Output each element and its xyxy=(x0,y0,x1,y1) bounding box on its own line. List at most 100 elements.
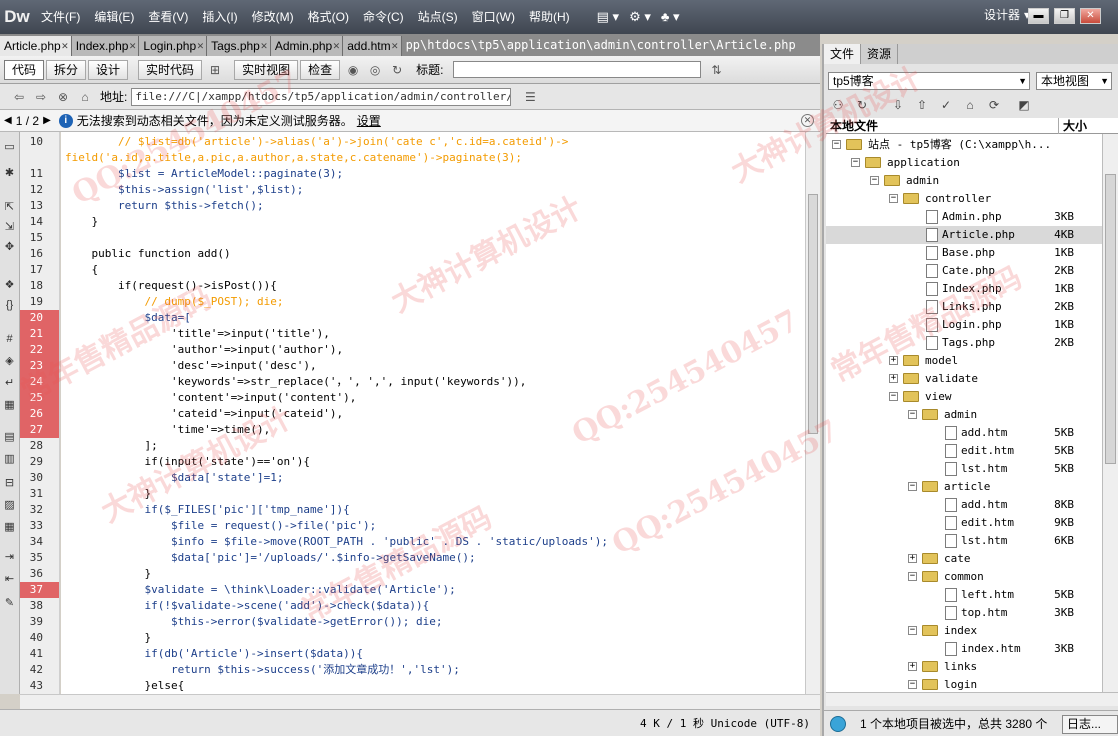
collapse-icon[interactable]: − xyxy=(889,194,898,203)
collapse-icon[interactable]: − xyxy=(851,158,860,167)
prev-icon[interactable]: ◀ xyxy=(4,115,12,126)
document-tab[interactable]: Index.php ✕ xyxy=(71,36,140,56)
collapse-icon[interactable]: − xyxy=(908,626,917,635)
collapse-icon[interactable]: − xyxy=(908,482,917,491)
home-icon[interactable]: ⌂ xyxy=(76,88,94,106)
expand-all-icon[interactable]: ✥ xyxy=(2,240,17,254)
outdent-icon[interactable]: ⇤ xyxy=(2,572,17,586)
address-input[interactable]: file:///C|/xampp/htdocs/tp5/application/… xyxy=(131,87,512,106)
tree-file[interactable]: top.htm 3KB xyxy=(826,604,1102,622)
forward-icon[interactable]: ⇨ xyxy=(32,88,50,106)
expand-icon[interactable]: + xyxy=(889,374,898,383)
expand-icon[interactable]: + xyxy=(908,662,917,671)
syntax-error-icon[interactable]: ▦ xyxy=(2,398,17,412)
workspace-switcher[interactable]: 设计器 ▾ xyxy=(984,6,1030,23)
document-tab[interactable]: add.htm ✕ xyxy=(343,36,402,56)
split-view-button[interactable]: 拆分 xyxy=(46,59,87,80)
tree-folder[interactable]: − application xyxy=(826,154,1102,172)
tree-file[interactable]: edit.htm 9KB xyxy=(826,514,1102,532)
size-column[interactable]: 大小 xyxy=(1058,118,1098,134)
back-icon[interactable]: ⇦ xyxy=(10,88,28,106)
wrap-tag-icon[interactable]: ⊟ xyxy=(2,476,17,490)
word-wrap-icon[interactable]: ↵ xyxy=(2,376,17,390)
tree-folder[interactable]: + model xyxy=(826,352,1102,370)
connect-icon[interactable]: ⚇ xyxy=(828,96,848,114)
apply-comment-icon[interactable]: ▤ xyxy=(2,430,17,444)
sync-icon[interactable]: ⟳ xyxy=(984,96,1004,114)
options-icon[interactable]: ☰ xyxy=(521,88,539,106)
live-view-button[interactable]: 实时视图 xyxy=(234,59,299,80)
inspect-button[interactable]: 检查 xyxy=(300,59,341,80)
collapse-icon[interactable]: − xyxy=(908,680,917,689)
collapse-tag-icon[interactable]: ⇱ xyxy=(2,200,17,214)
collapse-icon[interactable]: − xyxy=(889,392,898,401)
tree-file[interactable]: Tags.php 2KB xyxy=(826,334,1102,352)
stop-icon[interactable]: ⊗ xyxy=(54,88,72,106)
menu-item[interactable]: 帮助(H) xyxy=(522,0,577,34)
collapse-icon[interactable]: − xyxy=(832,140,841,149)
tab-files[interactable]: 文件 xyxy=(824,44,862,64)
tree-folder[interactable]: − common xyxy=(826,568,1102,586)
document-tab[interactable]: Tags.php ✕ xyxy=(207,36,271,56)
select-parent-tag-icon[interactable]: ❖ xyxy=(2,278,17,292)
document-tab[interactable]: Article.php ✕ xyxy=(0,36,72,56)
close-icon[interactable]: ✕ xyxy=(391,36,399,56)
view-select[interactable]: 本地视图 ▼ xyxy=(1036,72,1112,90)
tree-file[interactable]: Admin.php 3KB xyxy=(826,208,1102,226)
tree-vertical-scrollbar[interactable] xyxy=(1102,134,1118,700)
tree-file[interactable]: lst.htm 5KB xyxy=(826,460,1102,478)
layout-icon[interactable]: ▤ ▾ xyxy=(597,9,619,25)
indent-icon[interactable]: ⇥ xyxy=(2,550,17,564)
close-icon[interactable]: ✕ xyxy=(61,36,69,56)
design-view-button[interactable]: 设计 xyxy=(88,59,129,80)
menu-item[interactable]: 查看(V) xyxy=(141,0,195,34)
tree-folder[interactable]: − admin xyxy=(826,172,1102,190)
site-select[interactable]: tp5博客 ▼ xyxy=(828,72,1030,90)
expand-panel-icon[interactable]: ◩ xyxy=(1014,96,1034,114)
move-css-icon[interactable]: ▦ xyxy=(2,520,17,534)
minimize-button[interactable]: ▬ xyxy=(1028,8,1049,24)
menu-item[interactable]: 命令(C) xyxy=(356,0,411,34)
close-icon[interactable]: ✕ xyxy=(260,36,268,56)
code-horizontal-scrollbar[interactable] xyxy=(20,694,820,709)
tree-folder[interactable]: + links xyxy=(826,658,1102,676)
tree-file[interactable]: edit.htm 5KB xyxy=(826,442,1102,460)
tree-file[interactable]: add.htm 8KB xyxy=(826,496,1102,514)
tree-file[interactable]: left.htm 5KB xyxy=(826,586,1102,604)
line-numbers-icon[interactable]: # xyxy=(2,332,17,346)
get-files-icon[interactable]: ⇩ xyxy=(888,96,908,114)
close-icon[interactable]: ✕ xyxy=(333,36,341,56)
refresh-icon[interactable]: ↻ xyxy=(388,61,406,79)
collapse-selection-icon[interactable]: ⇲ xyxy=(2,220,17,234)
document-tab[interactable]: Admin.php ✕ xyxy=(270,36,344,56)
tree-file[interactable]: Article.php 4KB xyxy=(826,226,1102,244)
scroll-thumb[interactable] xyxy=(808,194,818,434)
tree-file[interactable]: index.htm 3KB xyxy=(826,640,1102,658)
next-icon[interactable]: ▶ xyxy=(43,115,51,126)
menu-item[interactable]: 窗口(W) xyxy=(465,0,522,34)
code-view-button[interactable]: 代码 xyxy=(4,59,45,80)
tree-folder[interactable]: − view xyxy=(826,388,1102,406)
format-source-icon[interactable]: ✎ xyxy=(2,596,17,610)
document-tab[interactable]: Login.php ✕ xyxy=(139,36,208,56)
refresh-icon[interactable]: ↻ xyxy=(852,96,872,114)
globe-icon[interactable]: ◉ xyxy=(344,61,362,79)
balance-braces-icon[interactable]: {} xyxy=(2,298,17,312)
show-code-navigator-icon[interactable]: ✱ xyxy=(2,166,17,180)
tree-file[interactable]: Base.php 1KB xyxy=(826,244,1102,262)
close-icon[interactable]: ✕ xyxy=(801,114,814,127)
preview-icon[interactable]: ◎ xyxy=(366,61,384,79)
tree-file[interactable]: lst.htm 6KB xyxy=(826,532,1102,550)
local-files-column[interactable]: 本地文件 xyxy=(826,119,878,133)
recent-snippets-icon[interactable]: ▨ xyxy=(2,498,17,512)
expand-icon[interactable]: + xyxy=(889,356,898,365)
collapse-icon[interactable]: − xyxy=(870,176,879,185)
menu-item[interactable]: 站点(S) xyxy=(411,0,465,34)
scroll-thumb[interactable] xyxy=(1105,174,1116,464)
menu-item[interactable]: 文件(F) xyxy=(34,0,87,34)
tree-folder[interactable]: + cate xyxy=(826,550,1102,568)
menu-item[interactable]: 修改(M) xyxy=(245,0,301,34)
tree-folder[interactable]: − article xyxy=(826,478,1102,496)
put-files-icon[interactable]: ⇧ xyxy=(912,96,932,114)
code-editor[interactable]: // $list=db('article')->alias('a')->join… xyxy=(61,132,805,694)
